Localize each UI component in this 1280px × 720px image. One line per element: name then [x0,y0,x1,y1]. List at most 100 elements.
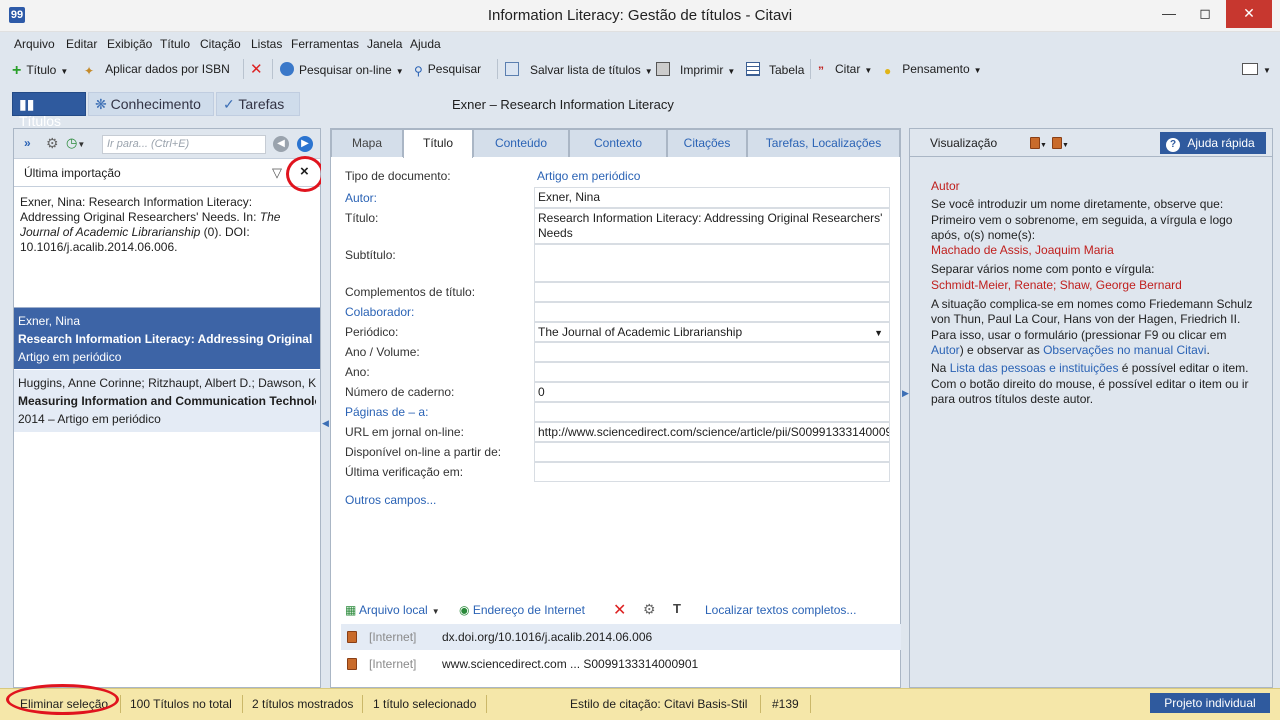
project-type-button[interactable]: Projeto individual [1150,693,1270,713]
subtitulo-field[interactable] [534,244,890,282]
list-item[interactable]: Exner, Nina Research Information Literac… [14,307,320,369]
visualizacao-label: Visualização [930,136,998,150]
reference-list-panel: » ⚙ ◷▼ Ir para... (Ctrl+E) ◀ ▶ Última im… [13,128,321,688]
autor-label[interactable]: Autor: [345,191,377,205]
doc-type-link[interactable]: Artigo em periódico [537,169,640,183]
colaborador-field[interactable] [534,302,890,322]
disponivel-label: Disponível on-line a partir de: [345,445,502,459]
menu-exibicao[interactable]: Exibição [107,37,152,51]
local-file-button[interactable]: ▦ Arquivo local ▼ [345,603,440,617]
filter-icon[interactable]: ▽ [272,165,282,181]
current-reference-title: Exner – Research Information Literacy [452,97,674,112]
menu-listas[interactable]: Listas [251,37,282,51]
search-online-button[interactable]: Pesquisar on-line ▼ [280,62,404,77]
chevron-down-icon[interactable]: ▼ [874,326,883,341]
menu-janela[interactable]: Janela [367,37,402,51]
menu-titulo[interactable]: Título [160,37,190,51]
tab-titulo[interactable]: Título [403,129,473,158]
find-fulltext-icon[interactable]: T [673,601,681,616]
search-input[interactable]: Ir para... (Ctrl+E) [102,135,266,154]
complementos-field[interactable] [534,282,890,302]
status-bar: Eliminar seleção 100 Títulos no total 2 … [0,688,1280,720]
nav-titulos[interactable]: ▮▮ Títulos [12,92,86,129]
apply-isbn-button[interactable]: ✦ Aplicar dados por ISBN [84,62,230,78]
nav-conhecimento[interactable]: ❋ Conhecimento [88,92,214,116]
doc-type-label: Tipo de documento: [345,169,451,183]
toolbar-separator [243,59,244,79]
tab-tarefas-localizacoes[interactable]: Tarefas, Localizações [747,129,900,157]
citation-style[interactable]: Estilo de citação: Citavi Basis-Stil [570,697,747,711]
forward-arrow-icon[interactable]: ▶ [297,136,313,152]
tasks-icon: ✓ [223,96,235,112]
ano-volume-field[interactable] [534,342,890,362]
tab-conteudo[interactable]: Conteúdo [473,129,569,157]
new-title-button[interactable]: + Título ▼ [12,62,68,79]
attachment-row[interactable]: [Internet] dx.doi.org/10.1016/j.acalib.2… [341,624,901,650]
status-separator [760,695,761,713]
thought-button[interactable]: ● Pensamento ▼ [884,62,982,78]
menu-arquivo[interactable]: Arquivo [14,37,55,51]
save-list-button[interactable]: Salvar lista de títulos ▼ [505,62,653,77]
menu-bar: Arquivo Editar Exibição Título Citação L… [0,33,1280,55]
menu-ajuda[interactable]: Ajuda [410,37,441,51]
manual-link[interactable]: Observações no manual Citavi [1043,343,1206,357]
url-field[interactable]: http://www.sciencedirect.com/science/art… [534,422,890,442]
gear-icon[interactable]: ⚙ [643,601,656,618]
paginas-field[interactable] [534,402,890,422]
books-icon: ▮▮ [19,96,35,112]
navigation-row: ▮▮ Títulos ❋ Conhecimento ✓ Tarefas Exne… [0,88,1280,129]
printer-icon [656,62,670,76]
layout-options-icon[interactable]: ▼ [1242,62,1271,76]
find-fulltext-link[interactable]: Localizar textos completos... [705,603,856,617]
list-item[interactable]: Huggins, Anne Corinne; Ritzhaupt, Albert… [14,370,320,432]
status-separator [810,695,811,713]
caderno-field[interactable]: 0 [534,382,890,402]
highlight-circle-clear-filter [286,156,324,192]
periodico-select[interactable]: The Journal of Academic Librarianship ▼ [534,322,890,342]
ano-field[interactable] [534,362,890,382]
verificacao-field[interactable] [534,462,890,482]
tab-contexto[interactable]: Contexto [569,129,667,157]
right-splitter[interactable]: ▶ [901,128,909,688]
internet-address-button[interactable]: ◉ Endereço de Internet [459,603,585,617]
nav-tarefas[interactable]: ✓ Tarefas [216,92,300,116]
collapse-icon[interactable]: » [24,136,31,150]
persons-list-link[interactable]: Lista das pessoas e instituições [950,361,1119,375]
print-button[interactable]: Imprimir ▼ [656,62,735,77]
back-arrow-icon[interactable]: ◀ [273,136,289,152]
quick-help-panel: Visualização ▼ ▼ ? Ajuda rápida Autor Se… [909,128,1273,688]
tab-mapa[interactable]: Mapa [331,129,403,157]
help-text: Autor Se você introduzir um nome diretam… [931,179,1253,406]
left-splitter[interactable]: ◀ [321,128,329,688]
quick-help-button[interactable]: ? Ajuda rápida [1160,132,1266,154]
tab-citacoes[interactable]: Citações [667,129,747,157]
menu-citacao[interactable]: Citação [200,37,241,51]
menu-ferramentas[interactable]: Ferramentas [291,37,359,51]
gear-icon[interactable]: ⚙ [46,135,59,152]
menu-editar[interactable]: Editar [66,37,97,51]
table-button[interactable]: Tabela [746,62,804,77]
attachment-row[interactable]: [Internet] www.sciencedirect.com ... S00… [341,651,901,677]
preview-web-icon[interactable]: ▼ [1052,136,1069,150]
history-icon[interactable]: ◷▼ [66,135,85,151]
cite-button[interactable]: ” Citar ▼ [818,62,872,78]
magic-wand-icon: ✦ [84,64,95,78]
autor-help-link[interactable]: Autor [931,343,960,357]
search-button[interactable]: ⚲ Pesquisar [414,62,481,78]
preview-pdf-icon[interactable]: ▼ [1030,136,1047,150]
paginas-label[interactable]: Páginas de – a: [345,405,428,419]
autor-field[interactable]: Exner, Nina [534,187,890,208]
verificacao-label: Última verificação em: [345,465,464,479]
outros-campos-link[interactable]: Outros campos... [345,493,436,507]
disponivel-field[interactable] [534,442,890,462]
minimize-button[interactable]: — [1152,0,1186,28]
selected-titles: 1 título selecionado [373,697,477,711]
titulo-field[interactable]: Research Information Literacy: Addressin… [534,208,890,244]
maximize-button[interactable]: ◻ [1188,0,1222,28]
close-window-button[interactable]: ✕ [1226,0,1272,28]
delete-attachment-icon[interactable]: ✕ [613,600,626,620]
delete-icon[interactable]: ✕ [250,60,263,78]
save-list-icon [505,62,519,76]
colaborador-label[interactable]: Colaborador: [345,305,414,319]
total-titles: 100 Títulos no total [130,697,232,711]
